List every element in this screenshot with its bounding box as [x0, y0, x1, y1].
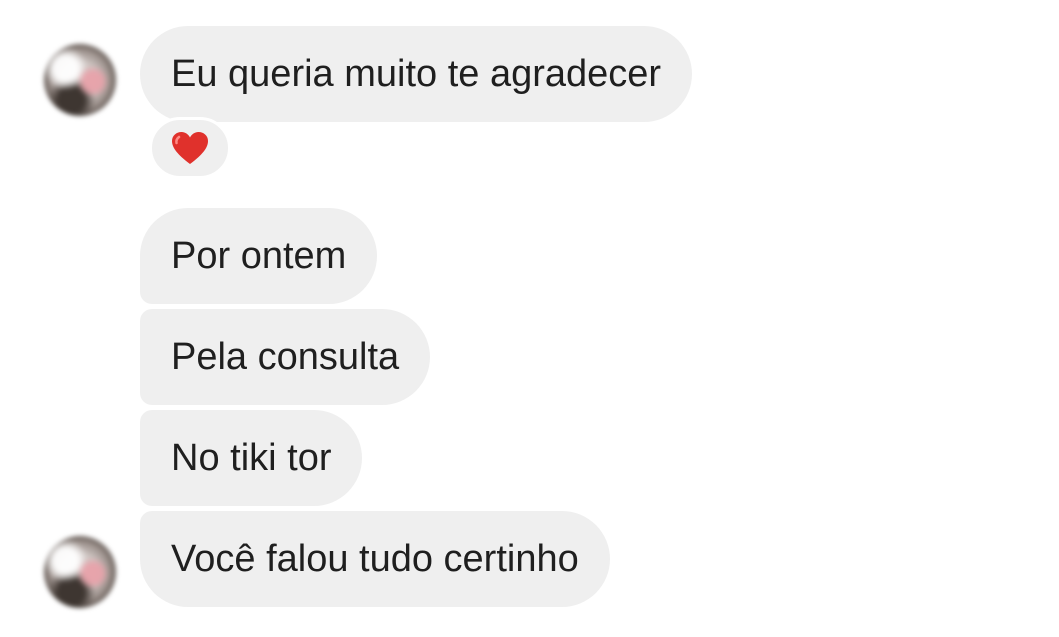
message-text: No tiki tor — [171, 436, 332, 479]
message-text: Por ontem — [171, 234, 347, 277]
message-bubble[interactable]: Pela consulta — [140, 309, 431, 405]
message-bubble[interactable]: Por ontem — [140, 208, 378, 304]
contact-avatar[interactable] — [44, 44, 116, 116]
heart-icon — [172, 132, 208, 164]
message-text: Você falou tudo certinho — [171, 537, 579, 580]
message-bubble[interactable]: No tiki tor — [140, 410, 363, 506]
message-bubble[interactable]: Eu queria muito te agradecer — [140, 26, 693, 122]
contact-avatar[interactable] — [44, 536, 116, 608]
message-text: Eu queria muito te agradecer — [171, 52, 662, 95]
message-bubble[interactable]: Você falou tudo certinho — [140, 511, 610, 607]
message-reaction[interactable] — [149, 117, 231, 179]
message-text: Pela consulta — [171, 335, 400, 378]
